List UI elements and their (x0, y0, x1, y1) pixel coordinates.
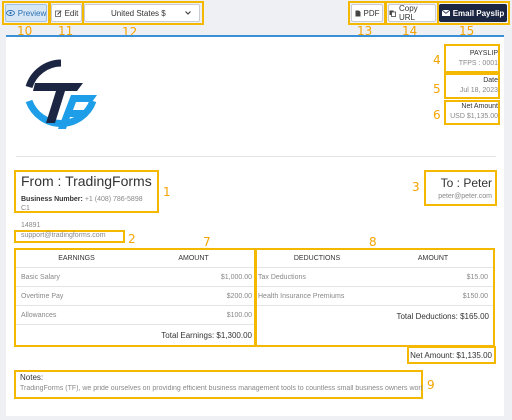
to-email: peter@peter.com (438, 193, 492, 200)
header-divider (16, 156, 496, 157)
from-heading: From : TradingForms (21, 173, 152, 189)
from-line2: C1 (21, 205, 30, 212)
earnings-row: Overtime Pay $200.00 (21, 293, 252, 300)
notes-text: TradingForms (TF), we pride ourselves on… (20, 385, 422, 392)
deductions-row-name: Health Insurance Premiums (258, 293, 345, 300)
annotation-9: 9 (427, 378, 435, 392)
deductions-row-amount: $150.00 (462, 293, 488, 300)
to-heading: To : Peter (440, 176, 492, 190)
business-number: Business Number: +1 (408) 786-5898 (21, 196, 143, 203)
highlight-payslip-number (444, 44, 500, 73)
earnings-row-divider (16, 324, 254, 325)
earnings-col-amount: AMOUNT (178, 255, 209, 262)
deductions-col-name: DEDUCTIONS (293, 255, 341, 262)
earnings-row-name: Overtime Pay (21, 293, 64, 300)
total-deductions: Total Deductions: $165.00 (396, 312, 489, 321)
earnings-header: EARNINGS AMOUNT (18, 255, 252, 262)
annotation-6: 6 (433, 108, 441, 122)
deductions-row-divider (257, 286, 493, 287)
company-logo (21, 57, 101, 137)
deductions-row: Tax Deductions $15.00 (258, 274, 488, 281)
earnings-row-name: Basic Salary (21, 274, 60, 281)
business-number-label: Business Number: (21, 196, 83, 203)
date-value: Jul 18, 2023 (459, 87, 498, 94)
earnings-row: Basic Salary $1,000.00 (21, 274, 252, 281)
payslip-number: TFPS : 0001 (458, 60, 498, 67)
earnings-row-divider (16, 286, 254, 287)
earnings-header-divider (16, 267, 254, 268)
deductions-col-amount: AMOUNT (417, 255, 449, 262)
annotation-2: 2 (128, 232, 136, 246)
highlight-currency (82, 1, 204, 25)
earnings-row-amount: $100.00 (226, 312, 252, 319)
deductions-row-name: Tax Deductions (258, 274, 306, 281)
net-amount-value: USD $1,135.00 (450, 113, 498, 120)
total-earnings: Total Earnings: $1,300.00 (161, 331, 252, 340)
deductions-row-divider (257, 305, 493, 306)
annotation-5: 5 (433, 82, 441, 96)
deductions-header: DEDUCTIONS AMOUNT (259, 255, 491, 262)
annotation-8: 8 (369, 235, 377, 249)
annotation-4: 4 (433, 53, 441, 67)
net-amount-total: Net Amount: $1,135.00 (410, 351, 492, 360)
highlight-edit (49, 1, 84, 25)
annotation-1: 1 (163, 185, 171, 199)
date-label: Date (483, 77, 498, 84)
from-email: support@tradingforms.com (21, 232, 106, 239)
business-number-value: +1 (408) 786-5898 (84, 196, 143, 203)
earnings-row-amount: $1,000.00 (220, 274, 252, 281)
deductions-row: Health Insurance Premiums $150.00 (258, 293, 488, 300)
payslip-title: PAYSLIP (469, 50, 498, 57)
notes-label: Notes: (20, 373, 44, 382)
earnings-col-name: EARNINGS (58, 255, 95, 262)
from-line3: 14891 (21, 222, 41, 229)
highlight-email (437, 1, 510, 25)
earnings-row: Allowances $100.00 (21, 312, 252, 319)
deductions-header-divider (257, 267, 493, 268)
earnings-row-divider (16, 305, 254, 306)
earnings-row-name: Allowances (21, 312, 57, 319)
highlight-preview (2, 1, 50, 25)
annotation-3: 3 (412, 180, 420, 194)
annotation-7: 7 (203, 235, 211, 249)
highlight-pdf (348, 1, 386, 25)
earnings-row-amount: $200.00 (226, 293, 252, 300)
highlight-copy-url (385, 1, 439, 25)
deductions-row-amount: $15.00 (466, 274, 488, 281)
net-amount-label: Net Amount (461, 103, 498, 110)
